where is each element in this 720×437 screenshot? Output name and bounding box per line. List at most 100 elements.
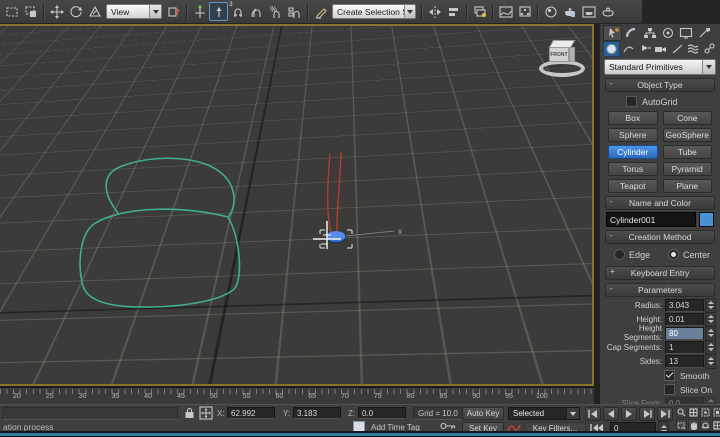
cap-segments-spinner[interactable] bbox=[705, 340, 716, 355]
smooth-checkbox[interactable] bbox=[664, 370, 675, 381]
timeline-frame-label[interactable]: 90 bbox=[472, 393, 480, 400]
timeline-frame-label[interactable]: 45 bbox=[177, 393, 185, 400]
timeline-frame-label[interactable]: 50 bbox=[210, 393, 218, 400]
object-name-input[interactable]: Cylinder001 bbox=[606, 212, 696, 227]
select-scale-icon[interactable] bbox=[85, 2, 104, 21]
render-setup-icon[interactable] bbox=[560, 2, 579, 21]
percent-snap-icon[interactable]: % bbox=[266, 2, 285, 21]
gizmo-x-axis-line[interactable] bbox=[346, 231, 394, 236]
viewcube[interactable]: FRONT bbox=[536, 34, 592, 86]
cap-segments-input[interactable]: 1 bbox=[665, 341, 704, 354]
transform-type-in-icon[interactable] bbox=[199, 406, 213, 420]
zoom-icon[interactable] bbox=[676, 406, 687, 418]
object-type-button-tube[interactable]: Tube bbox=[663, 145, 713, 159]
geometry-category-icon[interactable] bbox=[603, 41, 620, 57]
height-segments-input[interactable]: 80 bbox=[665, 327, 704, 340]
timeline-frame-label[interactable]: 25 bbox=[46, 393, 54, 400]
modify-tab[interactable] bbox=[623, 26, 640, 40]
angle-snap-icon[interactable] bbox=[247, 2, 266, 21]
timeline-frame-label[interactable]: 70 bbox=[341, 393, 349, 400]
object-type-button-teapot[interactable]: Teapot bbox=[608, 179, 658, 193]
timeline-frame-label[interactable]: 65 bbox=[308, 393, 316, 400]
spline-shape-upper-loop[interactable] bbox=[106, 158, 234, 217]
systems-category-icon[interactable] bbox=[702, 42, 717, 56]
radius-input[interactable]: 3.043 bbox=[665, 299, 704, 312]
go-to-start-button[interactable] bbox=[585, 407, 601, 421]
named-selection-set-dropdown[interactable]: Create Selection Se bbox=[332, 4, 416, 19]
rollout-collapse-icon[interactable]: - bbox=[610, 197, 613, 206]
rendered-frame-window-icon[interactable] bbox=[579, 2, 598, 21]
rollout-collapse-icon[interactable]: - bbox=[610, 284, 613, 293]
sides-spinner[interactable] bbox=[705, 354, 716, 369]
object-type-button-box[interactable]: Box bbox=[608, 111, 658, 125]
rollout-collapse-icon[interactable]: - bbox=[610, 231, 613, 240]
material-editor-icon[interactable] bbox=[541, 2, 560, 21]
height-spinner[interactable] bbox=[705, 312, 716, 327]
pan-hand-icon[interactable] bbox=[688, 419, 699, 431]
rollout-collapse-icon[interactable]: - bbox=[610, 79, 613, 88]
edge-radio[interactable] bbox=[614, 249, 625, 260]
y-coordinate-field[interactable]: 3.183 bbox=[293, 407, 341, 419]
primitives-dropdown[interactable]: Standard Primitives bbox=[604, 59, 716, 75]
timeline-frame-label[interactable]: 75 bbox=[374, 393, 382, 400]
timeline-frame-label[interactable]: 30 bbox=[79, 393, 87, 400]
perspective-viewport[interactable]: x FRONT bbox=[0, 24, 594, 386]
object-type-button-plane[interactable]: Plane bbox=[663, 179, 713, 193]
use-pivot-center-icon[interactable] bbox=[164, 2, 183, 21]
curve-editor-icon[interactable] bbox=[496, 2, 515, 21]
reference-coordinate-dropdown[interactable]: View bbox=[106, 4, 162, 19]
viewcube-cube[interactable]: FRONT bbox=[549, 40, 575, 66]
slice-from-spinner[interactable] bbox=[705, 396, 716, 405]
lights-category-icon[interactable] bbox=[637, 42, 652, 56]
name-color-rollout[interactable]: - Name and Color bbox=[605, 196, 715, 210]
timeline-frame-label[interactable]: 35 bbox=[111, 393, 119, 400]
timeline-frame-label[interactable]: 80 bbox=[407, 393, 415, 400]
motion-tab[interactable] bbox=[659, 26, 676, 40]
rect-selection-region-icon[interactable] bbox=[2, 2, 21, 21]
viewcube-front-face[interactable]: FRONT bbox=[549, 47, 569, 62]
viewcube-side-face[interactable] bbox=[569, 47, 575, 62]
auto-key-button[interactable]: Auto Key bbox=[462, 407, 504, 420]
autogrid-checkbox[interactable] bbox=[626, 96, 637, 107]
create-tab[interactable] bbox=[603, 25, 622, 41]
hierarchy-tab[interactable] bbox=[641, 26, 658, 40]
next-frame-button[interactable] bbox=[639, 407, 655, 421]
center-radio[interactable] bbox=[668, 249, 679, 260]
spinner-snap-icon[interactable] bbox=[285, 2, 304, 21]
keyboard-entry-rollout[interactable]: + Keyboard Entry bbox=[605, 266, 715, 280]
orbit-icon[interactable] bbox=[700, 419, 711, 431]
dropdown-arrow-icon[interactable] bbox=[149, 5, 161, 18]
slice-from-input[interactable]: 0.0 bbox=[665, 397, 704, 405]
sides-input[interactable]: 13 bbox=[665, 355, 704, 368]
dropdown-arrow-icon[interactable] bbox=[702, 60, 715, 74]
object-type-button-geosphere[interactable]: GeoSphere bbox=[663, 128, 713, 142]
schematic-view-icon[interactable] bbox=[515, 2, 534, 21]
timeline-frame-label[interactable]: 95 bbox=[505, 393, 513, 400]
timeline-ruler[interactable]: 20253035404550556065707580859095100 bbox=[0, 387, 594, 404]
slice-on-checkbox[interactable] bbox=[664, 384, 675, 395]
layer-manager-icon[interactable] bbox=[470, 2, 489, 21]
window-crossing-icon[interactable] bbox=[21, 2, 40, 21]
cameras-category-icon[interactable] bbox=[653, 42, 668, 56]
helpers-category-icon[interactable] bbox=[670, 42, 685, 56]
height-input[interactable]: 0.01 bbox=[665, 313, 704, 326]
snaps-toggle-3d-icon[interactable]: 3 bbox=[228, 2, 247, 21]
radius-spinner[interactable] bbox=[705, 298, 716, 313]
timeline-frame-label[interactable]: 40 bbox=[144, 393, 152, 400]
align-icon[interactable] bbox=[444, 2, 463, 21]
parameters-rollout[interactable]: - Parameters bbox=[605, 283, 715, 297]
select-move-icon[interactable] bbox=[47, 2, 66, 21]
timeline-frame-label[interactable]: 60 bbox=[275, 393, 283, 400]
object-type-button-pyramid[interactable]: Pyramid bbox=[663, 162, 713, 176]
zoom-region-icon[interactable] bbox=[676, 419, 687, 431]
timeline-frame-label[interactable]: 20 bbox=[13, 393, 21, 400]
timeline-frame-label[interactable]: 100 bbox=[536, 393, 548, 400]
dropdown-arrow-icon[interactable] bbox=[566, 408, 579, 419]
object-type-rollout[interactable]: - Object Type bbox=[605, 78, 715, 92]
shapes-category-icon[interactable] bbox=[621, 42, 636, 56]
mirror-icon[interactable] bbox=[425, 2, 444, 21]
snaps-toggle-icon[interactable] bbox=[209, 2, 228, 21]
display-tab[interactable] bbox=[677, 26, 694, 40]
render-production-icon[interactable] bbox=[598, 2, 617, 21]
object-type-button-torus[interactable]: Torus bbox=[608, 162, 658, 176]
